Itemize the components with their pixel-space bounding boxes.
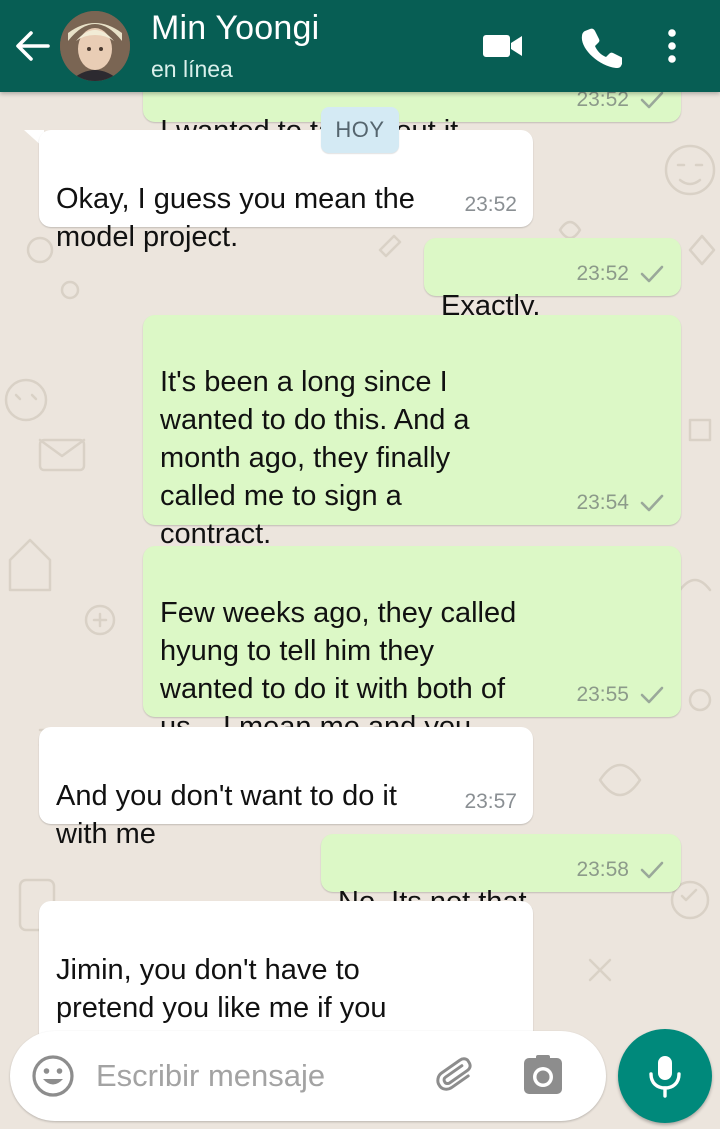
message-meta: 23:52 [464, 193, 517, 217]
message-time: 23:55 [576, 683, 629, 706]
message-text: Few weeks ago, they called hyung to tell… [160, 597, 517, 743]
message-composer [10, 1031, 606, 1121]
message-time: 23:54 [576, 491, 629, 514]
video-call-icon[interactable] [480, 24, 524, 68]
message-bubble-outgoing[interactable]: No. Its not that. 23:58 [321, 834, 681, 918]
more-options-icon[interactable] [650, 24, 694, 68]
message-input[interactable] [96, 1055, 416, 1097]
message-time: 23:52 [464, 193, 517, 216]
message-bubble-outgoing[interactable]: Exactly. 23:52 [424, 238, 681, 322]
sent-check-icon [640, 265, 664, 283]
message-meta: 23:55 [576, 683, 665, 707]
message-time: 23:57 [464, 790, 517, 813]
contact-status: en línea [151, 56, 233, 82]
date-divider: HOY [321, 107, 399, 153]
sent-check-icon [640, 91, 664, 109]
message-time: 23:52 [576, 262, 629, 285]
back-arrow-icon[interactable] [10, 24, 54, 68]
sent-check-icon [640, 686, 664, 704]
message-text: It's been a long since I wanted to do th… [160, 366, 470, 550]
contact-name[interactable]: Min Yoongi [151, 8, 319, 48]
sent-check-icon [640, 494, 664, 512]
phone-icon[interactable] [578, 24, 622, 68]
emoji-icon[interactable] [30, 1053, 76, 1099]
message-time: 23:58 [576, 858, 629, 881]
sent-check-icon [640, 861, 664, 879]
message-bubble-outgoing[interactable]: Few weeks ago, they called hyung to tell… [143, 546, 681, 743]
chat-header: Min Yoongi en línea [0, 0, 720, 92]
message-meta: 23:58 [576, 858, 665, 882]
message-bubble-incoming[interactable]: And you don't want to do it with me 23:5… [39, 727, 533, 850]
attach-icon[interactable] [434, 1053, 480, 1099]
camera-icon[interactable] [520, 1053, 566, 1099]
avatar[interactable] [60, 11, 130, 81]
message-meta: 23:57 [464, 790, 517, 814]
message-meta: 23:54 [576, 491, 665, 515]
message-meta: 23:52 [576, 262, 665, 286]
mic-button[interactable] [618, 1029, 712, 1123]
mic-icon [649, 1056, 681, 1098]
message-bubble-outgoing[interactable]: It's been a long since I wanted to do th… [143, 315, 681, 550]
message-bubble-incoming[interactable]: Okay, I guess you mean the model project… [39, 130, 533, 253]
